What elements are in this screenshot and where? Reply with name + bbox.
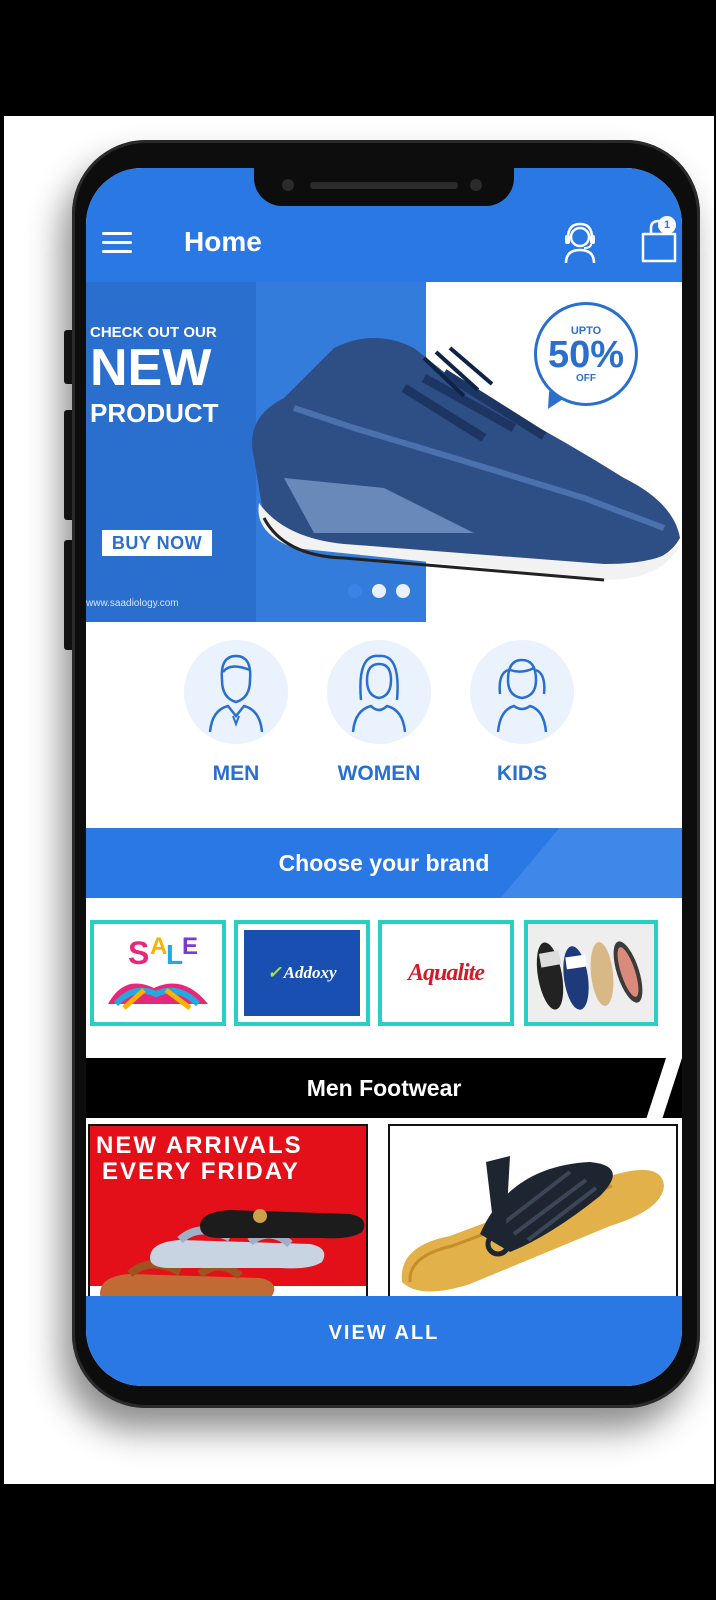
buy-now-button[interactable]: BUY NOW	[100, 528, 214, 558]
phone-side-button	[64, 540, 72, 650]
category-kids[interactable]: KIDS	[470, 640, 574, 786]
brand-tile-aqualite[interactable]: Aqualite	[378, 920, 514, 1026]
customer-support-icon[interactable]	[560, 220, 600, 264]
view-all-button[interactable]: VIEW ALL	[86, 1296, 682, 1386]
category-men[interactable]: MEN	[184, 640, 288, 786]
brand-tile-slippers[interactable]	[524, 920, 658, 1026]
men-footwear-header: Men Footwear	[86, 1058, 682, 1118]
promo-line-2: EVERY FRIDAY	[102, 1158, 300, 1185]
brand-list: S A L E ✓ Addoxy Aqualite	[86, 898, 682, 1048]
cart-count-badge: 1	[658, 216, 676, 234]
svg-text:E: E	[182, 933, 198, 960]
page-title: Home	[184, 226, 262, 257]
promo-banner-carousel[interactable]: CHECK OUT OUR NEW PRODUCT BUY NOW www.sa…	[86, 282, 682, 622]
slippers-product-image	[528, 924, 654, 1022]
carousel-dot[interactable]	[396, 584, 410, 598]
category-label: WOMEN	[337, 762, 421, 785]
svg-text:L: L	[166, 939, 183, 970]
brand-tile-sale[interactable]: S A L E	[90, 920, 226, 1026]
sensor-dot	[470, 179, 482, 191]
hamburger-menu-icon[interactable]	[102, 232, 132, 254]
sandals-image	[100, 1209, 365, 1300]
phone-notch	[254, 168, 514, 206]
man-avatar-icon	[184, 640, 288, 744]
new-arrivals-promo-tile[interactable]: NEW ARRIVALS EVERY FRIDAY	[88, 1124, 368, 1302]
brand-tile-addoxy[interactable]: ✓ Addoxy	[234, 920, 370, 1026]
category-women[interactable]: WOMEN	[327, 640, 431, 786]
offer-percent: 50%	[547, 334, 625, 376]
carousel-dot[interactable]	[348, 584, 362, 598]
aqualite-logo: Aqualite	[407, 959, 485, 986]
kolhapuri-chappal-image	[390, 1126, 676, 1300]
addoxy-logo: ✓ Addoxy	[244, 930, 360, 1016]
men-footwear-products: NEW ARRIVALS EVERY FRIDAY	[86, 1118, 682, 1302]
banner-website: www.saadiology.com	[86, 598, 179, 609]
kid-avatar-icon	[470, 640, 574, 744]
category-label: KIDS	[496, 762, 548, 785]
banner-subheadline: PRODUCT	[90, 398, 219, 428]
phone-screen: Home 1 CHECK OUT OUR NEW PRODUCT BUY NOW…	[86, 168, 682, 1386]
svg-text:A: A	[150, 933, 167, 960]
promo-line-1: NEW ARRIVALS	[96, 1132, 303, 1159]
carousel-indicator	[348, 584, 410, 598]
banner-headline: NEW	[90, 339, 212, 397]
category-row: MEN WOMEN KIDS	[86, 622, 682, 820]
cart-button[interactable]: 1	[638, 216, 680, 264]
sale-logo-image: S A L E	[108, 933, 208, 1010]
svg-text:S: S	[128, 935, 149, 971]
speaker-grille	[310, 182, 458, 189]
phone-side-button	[64, 330, 72, 384]
phone-side-button	[64, 410, 72, 520]
camera-dot	[282, 179, 294, 191]
carousel-dot[interactable]	[372, 584, 386, 598]
men-footwear-title: Men Footwear	[306, 1074, 462, 1101]
category-label: MEN	[212, 762, 260, 785]
brand-section-header: Choose your brand	[86, 828, 682, 898]
brand-section-title: Choose your brand	[278, 849, 490, 876]
woman-avatar-icon	[327, 640, 431, 744]
kolhapuri-chappal-tile[interactable]	[388, 1124, 678, 1302]
